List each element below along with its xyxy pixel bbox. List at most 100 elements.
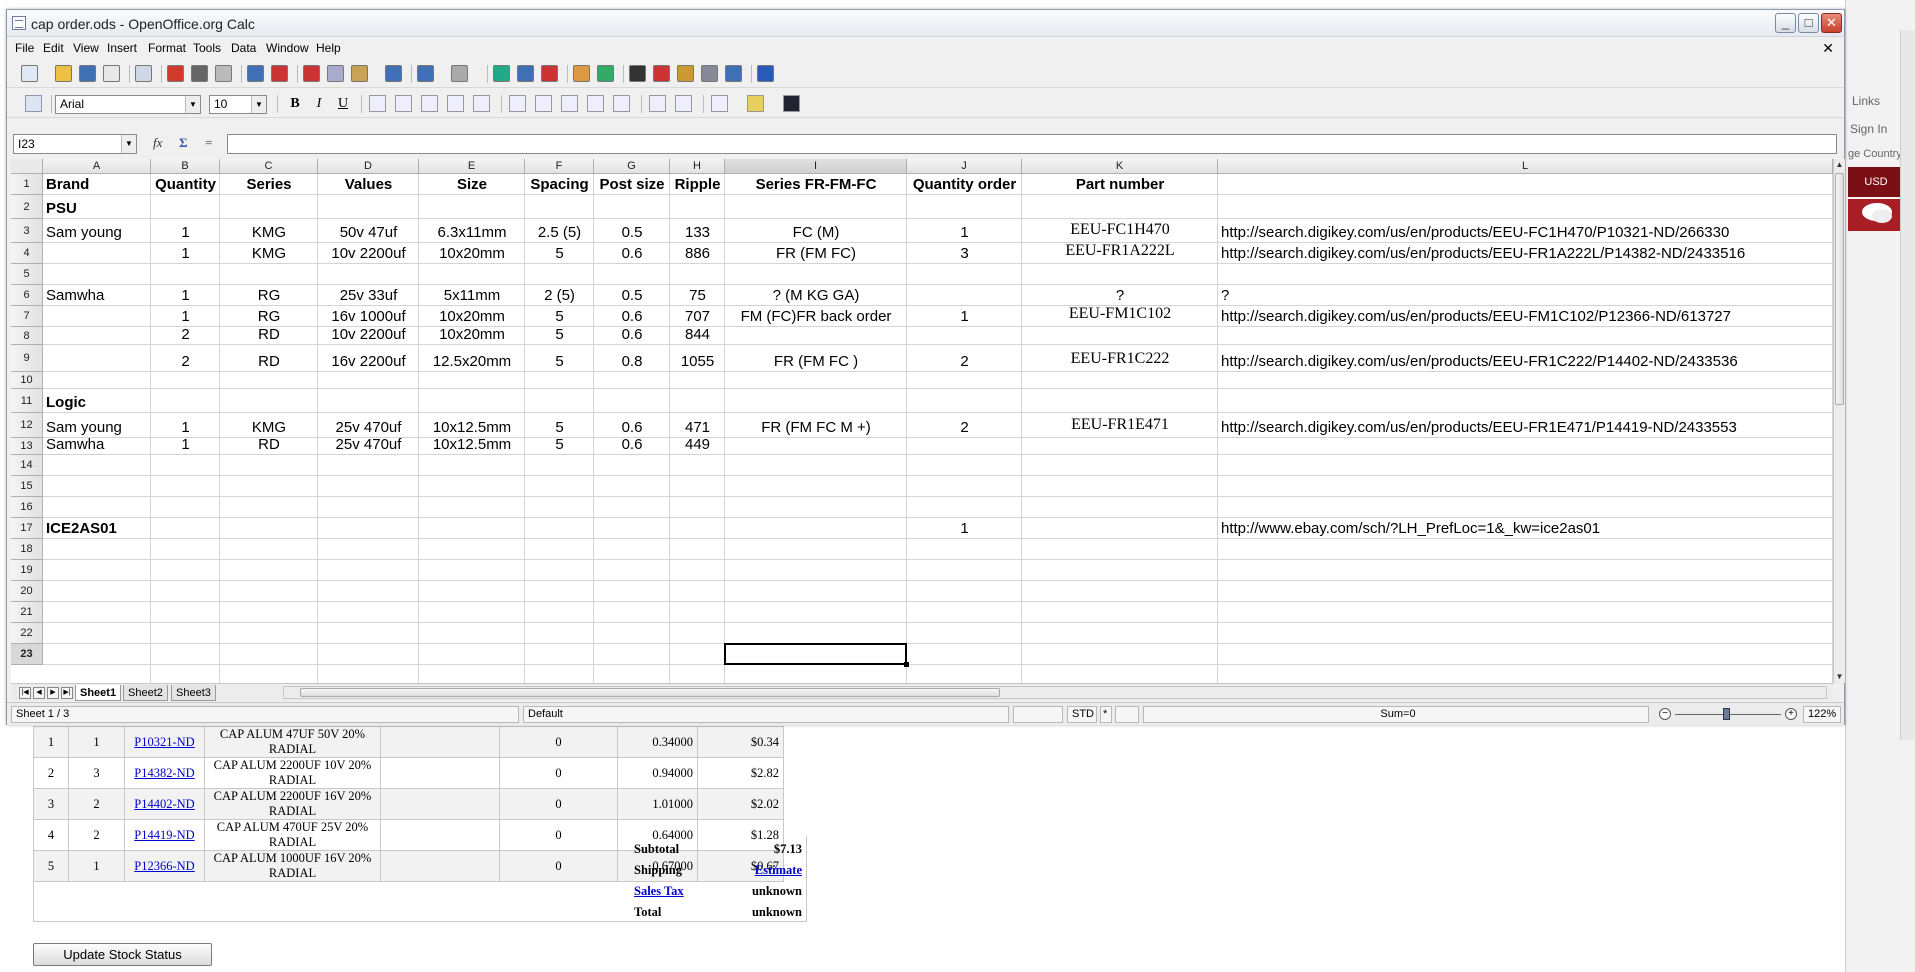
cell-g13[interactable]: 0.6	[594, 437, 670, 453]
cell-k7[interactable]: EEU-FM1C102	[1022, 306, 1218, 322]
formula-input[interactable]	[227, 134, 1837, 154]
print-icon[interactable]	[191, 65, 208, 82]
cell-d13[interactable]: 25v 470uf	[318, 437, 419, 453]
cell-k9[interactable]: EEU-FR1C222	[1022, 351, 1218, 367]
cell-b6[interactable]: 1	[151, 288, 220, 304]
menu-format[interactable]: Format	[148, 41, 186, 55]
cell-d1[interactable]: Values	[318, 177, 419, 193]
font-name-combo[interactable]: Arial ▼	[55, 95, 201, 114]
cell-a12[interactable]: Sam young	[46, 420, 122, 436]
standard-format-icon[interactable]	[561, 95, 578, 112]
row-header-23[interactable]: 23	[11, 644, 43, 665]
next-sheet-icon[interactable]: ▶	[47, 687, 59, 699]
cell-d8[interactable]: 10v 2200uf	[318, 327, 419, 343]
merge-cells-icon[interactable]	[473, 95, 490, 112]
cell-e1[interactable]: Size	[419, 177, 525, 193]
chevron-down-icon[interactable]: ▼	[121, 135, 136, 153]
row-header-21[interactable]: 21	[11, 602, 43, 623]
row-header-20[interactable]: 20	[11, 581, 43, 602]
background-scrollbar[interactable]	[1900, 30, 1914, 740]
name-box[interactable]: I23 ▼	[13, 134, 137, 154]
cell-l7[interactable]: http://search.digikey.com/us/en/products…	[1221, 309, 1731, 325]
column-header-a[interactable]: A	[43, 159, 151, 174]
gallery-icon[interactable]	[677, 65, 694, 82]
cell-l3[interactable]: http://search.digikey.com/us/en/products…	[1221, 225, 1729, 241]
sum-display[interactable]: Sum=0	[1143, 706, 1649, 723]
cell-f1[interactable]: Spacing	[525, 177, 594, 193]
italic-button[interactable]: I	[309, 95, 329, 113]
cell-e9[interactable]: 12.5x20mm	[419, 354, 525, 370]
background-color-icon[interactable]	[747, 95, 764, 112]
menu-view[interactable]: View	[73, 41, 99, 55]
background-signin-link[interactable]: Sign In	[1850, 122, 1887, 136]
row-header-13[interactable]: 13	[11, 438, 43, 455]
cell-e8[interactable]: 10x20mm	[419, 327, 525, 343]
cell-c1[interactable]: Series	[220, 177, 318, 193]
cell-k1[interactable]: Part number	[1022, 177, 1218, 193]
sheet-tab-sheet2[interactable]: Sheet2	[123, 685, 168, 701]
cell-c13[interactable]: RD	[220, 437, 318, 453]
hyperlink-icon[interactable]	[493, 65, 510, 82]
close-button[interactable]: ✕	[1821, 13, 1842, 33]
cell-a6[interactable]: Samwha	[46, 288, 104, 304]
cell-l12[interactable]: http://search.digikey.com/us/en/products…	[1221, 420, 1737, 436]
menu-file[interactable]: File	[15, 41, 34, 55]
sort-ascending-icon[interactable]	[517, 65, 534, 82]
open-icon[interactable]	[55, 65, 72, 82]
cell-f6[interactable]: 2 (5)	[525, 288, 594, 304]
maximize-button[interactable]: □	[1798, 13, 1819, 33]
cell-i4[interactable]: FR (FM FC)	[725, 246, 907, 262]
horizontal-scrollbar[interactable]	[283, 686, 1827, 699]
cell-h6[interactable]: 75	[670, 288, 725, 304]
cell-b9[interactable]: 2	[151, 354, 220, 370]
function-wizard-button[interactable]: fx	[153, 135, 162, 151]
prev-sheet-icon[interactable]: ◀	[33, 687, 45, 699]
draw-functions-icon[interactable]	[597, 65, 614, 82]
sort-descending-icon[interactable]	[541, 65, 558, 82]
chevron-down-icon[interactable]: ▼	[185, 96, 200, 113]
borders-icon[interactable]	[711, 95, 728, 112]
cell-h13[interactable]: 449	[670, 437, 725, 453]
styles-icon[interactable]	[25, 95, 42, 112]
cell-l9[interactable]: http://search.digikey.com/us/en/products…	[1221, 354, 1738, 370]
part-number-link[interactable]: P10321-ND	[134, 735, 194, 749]
cell-d3[interactable]: 50v 47uf	[318, 225, 419, 241]
spreadsheet-grid[interactable]: A B C D E F G H I J K L 1 2 3 4 5 6 7 8 9 10 11 12 13 14 15 16 17 18 1…	[11, 159, 1833, 683]
document-close-icon[interactable]: ✕	[1822, 40, 1834, 57]
selection-mode[interactable]: STD	[1067, 706, 1097, 723]
cell-c3[interactable]: KMG	[220, 225, 318, 241]
redo-icon[interactable]	[451, 65, 468, 82]
part-number-link[interactable]: P14382-ND	[134, 766, 194, 780]
function-button[interactable]: =	[205, 135, 212, 151]
cell-a1[interactable]: Brand	[46, 177, 89, 193]
percent-format-icon[interactable]	[535, 95, 552, 112]
row-header-12[interactable]: 12	[11, 413, 43, 438]
decrease-indent-icon[interactable]	[649, 95, 666, 112]
vertical-scrollbar[interactable]: ▲ ▼	[1833, 159, 1845, 683]
update-stock-status-button[interactable]: Update Stock Status	[33, 943, 212, 966]
column-header-f[interactable]: F	[525, 159, 594, 174]
first-sheet-icon[interactable]: |◀	[19, 687, 31, 699]
add-decimal-icon[interactable]	[587, 95, 604, 112]
cell-h1[interactable]: Ripple	[670, 177, 725, 193]
currency-format-icon[interactable]	[509, 95, 526, 112]
cell-e7[interactable]: 10x20mm	[419, 309, 525, 325]
cell-c8[interactable]: RD	[220, 327, 318, 343]
part-number-link[interactable]: P14402-ND	[134, 797, 194, 811]
menu-help[interactable]: Help	[316, 41, 341, 55]
column-header-l[interactable]: L	[1218, 159, 1833, 174]
scrollbar-thumb[interactable]	[1835, 173, 1844, 405]
cell-i6[interactable]: ? (M KG GA)	[725, 288, 907, 304]
spellcheck-icon[interactable]	[247, 65, 264, 82]
cell-g3[interactable]: 0.5	[594, 225, 670, 241]
column-header-g[interactable]: G	[594, 159, 670, 174]
font-color-icon[interactable]	[783, 95, 800, 112]
column-header-j[interactable]: J	[907, 159, 1022, 174]
scrollbar-thumb[interactable]	[300, 688, 1000, 697]
zoom-in-icon[interactable]: +	[1785, 708, 1797, 720]
zoom-icon[interactable]	[725, 65, 742, 82]
cell-k3[interactable]: EEU-FC1H470	[1022, 222, 1218, 238]
row-header-19[interactable]: 19	[11, 560, 43, 581]
new-document-icon[interactable]	[21, 65, 38, 82]
row-header-9[interactable]: 9	[11, 345, 43, 372]
